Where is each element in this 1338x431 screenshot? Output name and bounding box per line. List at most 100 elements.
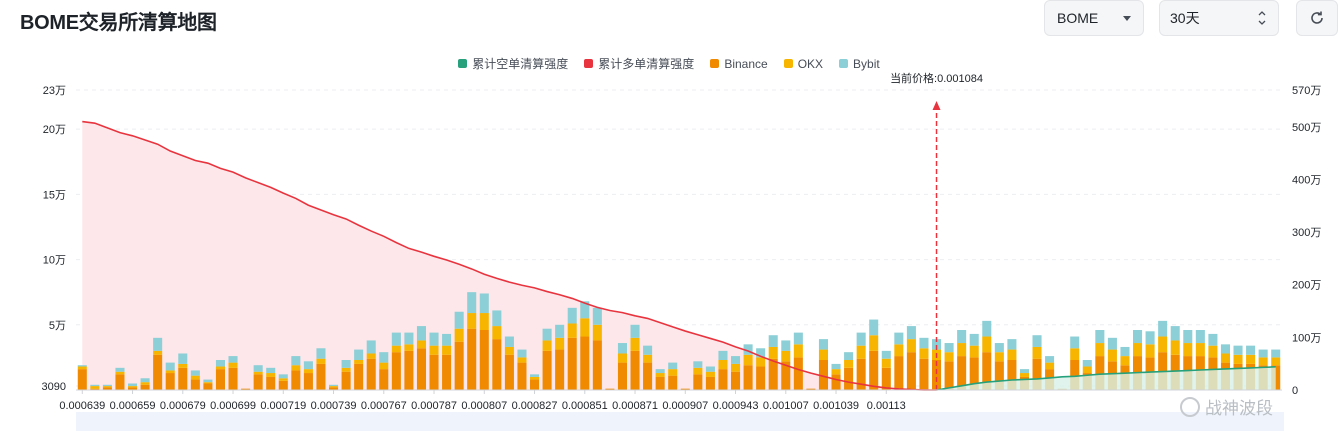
- bar-bybit: [630, 324, 640, 338]
- bar-okx: [592, 324, 602, 341]
- bar-binance: [442, 354, 452, 390]
- bar-binance: [316, 363, 326, 390]
- x-tick-label: 0.000659: [110, 400, 156, 412]
- bar-binance: [517, 362, 527, 390]
- bar-binance: [894, 356, 904, 390]
- bar-okx: [341, 367, 351, 372]
- bar-okx: [881, 358, 891, 368]
- bar-bybit: [115, 367, 125, 372]
- bar-bybit: [140, 378, 150, 383]
- bar-okx: [844, 360, 854, 368]
- bar-bybit: [1045, 356, 1055, 363]
- bar-okx: [442, 345, 452, 355]
- bar-bybit: [1145, 331, 1155, 345]
- bar-bybit: [391, 332, 401, 346]
- bar-okx: [655, 373, 665, 377]
- bar-okx: [718, 360, 728, 370]
- bar-bybit: [957, 330, 967, 344]
- watermark-text: 战神波段: [1205, 399, 1273, 418]
- bar-binance: [668, 375, 678, 390]
- bar-okx: [128, 386, 138, 388]
- chart-zoom-slider[interactable]: [76, 412, 1284, 431]
- bar-bybit: [781, 340, 791, 351]
- bar-bybit: [1170, 326, 1180, 341]
- bar-bybit: [366, 340, 376, 354]
- bar-okx: [1170, 340, 1180, 355]
- bar-okx: [818, 349, 828, 360]
- bar-okx: [793, 344, 803, 358]
- bar-binance: [404, 350, 414, 390]
- bar-okx: [856, 345, 866, 359]
- bar-okx: [1082, 366, 1092, 374]
- bar-binance: [190, 379, 200, 390]
- bar-bybit: [555, 324, 565, 338]
- bar-binance: [555, 349, 565, 390]
- bar-okx: [643, 354, 653, 363]
- x-tick-label: 0.000719: [260, 400, 306, 412]
- bar-bybit: [153, 337, 163, 351]
- watermark-logo-icon: [1180, 396, 1200, 417]
- x-tick-label: 0.000851: [562, 400, 608, 412]
- bar-okx: [102, 386, 112, 388]
- bar-bybit: [592, 307, 602, 325]
- bar-okx: [190, 375, 200, 380]
- x-tick-label: 0.00113: [867, 400, 906, 412]
- bar-binance: [881, 367, 891, 390]
- bar-binance: [793, 357, 803, 390]
- bar-bybit: [542, 328, 552, 341]
- bar-bybit: [894, 332, 904, 345]
- bar-okx: [329, 386, 339, 388]
- bar-okx: [1045, 362, 1055, 370]
- bar-binance: [215, 369, 225, 390]
- bar-bybit: [818, 339, 828, 350]
- bar-bybit: [668, 362, 678, 370]
- bar-okx: [906, 339, 916, 353]
- bar-binance: [705, 376, 715, 390]
- bar-okx: [203, 382, 213, 384]
- bar-bybit: [341, 360, 351, 368]
- bar-binance: [567, 337, 577, 390]
- bar-okx: [379, 362, 389, 370]
- bar-okx: [1183, 343, 1193, 357]
- bar-binance: [743, 365, 753, 390]
- bar-bybit: [906, 326, 916, 340]
- bar-okx: [731, 363, 741, 372]
- bar-bybit: [303, 361, 313, 370]
- bar-bybit: [215, 360, 225, 367]
- bar-binance: [504, 354, 514, 390]
- bar-binance: [592, 340, 602, 390]
- bar-bybit: [856, 332, 866, 346]
- bar-okx: [90, 386, 100, 389]
- bar-bybit: [128, 383, 138, 387]
- bar-binance: [617, 362, 627, 390]
- bar-okx: [517, 357, 527, 363]
- y-right-tick-label: 0: [1292, 385, 1298, 397]
- bar-okx: [567, 323, 577, 338]
- bar-binance: [643, 362, 653, 390]
- bar-okx: [919, 348, 929, 359]
- bar-okx: [1271, 357, 1281, 366]
- bar-bybit: [768, 335, 778, 347]
- x-tick-label: 0.000699: [210, 400, 256, 412]
- bar-binance: [630, 350, 640, 390]
- bar-okx: [416, 340, 426, 349]
- bar-binance: [266, 376, 276, 390]
- bar-bybit: [994, 343, 1004, 353]
- bar-okx: [580, 318, 590, 337]
- x-tick-label: 0.000807: [461, 400, 507, 412]
- bar-bybit: [492, 310, 502, 327]
- bar-bybit: [1120, 346, 1130, 357]
- bar-okx: [404, 344, 414, 351]
- bar-bybit: [969, 333, 979, 346]
- bar-bybit: [881, 350, 891, 359]
- bar-bybit: [693, 361, 703, 368]
- bar-okx: [178, 363, 188, 368]
- bar-bybit: [165, 362, 175, 371]
- bar-okx: [303, 369, 313, 374]
- bar-binance: [718, 369, 728, 390]
- bar-okx: [1032, 346, 1042, 359]
- bar-binance: [165, 373, 175, 390]
- bar-binance: [655, 376, 665, 390]
- bar-binance: [416, 348, 426, 390]
- bar-okx: [869, 335, 879, 351]
